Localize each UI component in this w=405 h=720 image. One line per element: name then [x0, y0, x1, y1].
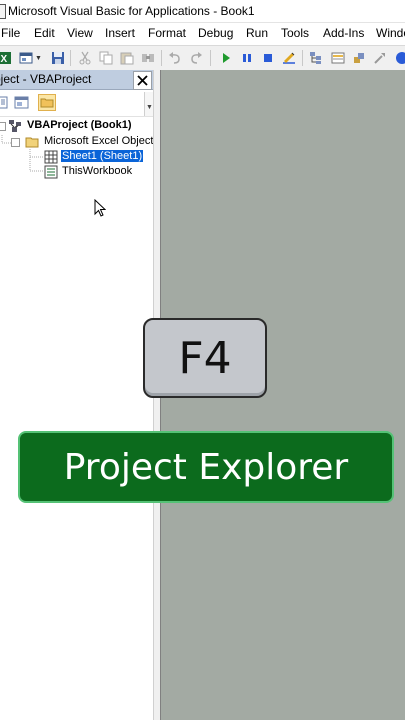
worksheet-icon: [44, 150, 58, 164]
folder-open-icon: [25, 137, 39, 148]
keyboard-shortcut-badge: F4: [143, 318, 267, 398]
project-panel-toolbar: [0, 90, 153, 117]
mouse-pointer-icon: [94, 199, 106, 217]
menu-insert[interactable]: Insert: [105, 26, 135, 40]
menu-view[interactable]: View: [67, 26, 93, 40]
insert-userform-icon[interactable]: [19, 51, 33, 65]
toolbar-separator: [210, 50, 211, 66]
tree-connector: [29, 149, 44, 172]
help-icon[interactable]: [395, 51, 405, 65]
standard-toolbar: X ▼: [0, 45, 405, 71]
menu-edit[interactable]: Edit: [34, 26, 55, 40]
menu-window[interactable]: Window: [376, 26, 405, 40]
caption-banner: Project Explorer: [18, 431, 394, 503]
reset-icon[interactable]: [261, 51, 275, 65]
tree-item-sheet1[interactable]: Sheet1 (Sheet1): [61, 150, 144, 162]
project-tree: VBAProject (Book1) Microsoft Excel Objec…: [0, 117, 159, 720]
toolbar-separator: [70, 50, 71, 66]
save-icon[interactable]: [51, 51, 65, 65]
dropdown-arrow-icon[interactable]: ▼: [35, 55, 42, 62]
toolbar-separator: [302, 50, 303, 66]
project-explorer-icon[interactable]: [309, 51, 323, 65]
view-object-icon[interactable]: [13, 94, 31, 111]
copy-icon[interactable]: [99, 51, 113, 65]
vba-app-icon: [0, 4, 6, 19]
undo-icon[interactable]: [168, 51, 182, 65]
menu-add-ins[interactable]: Add-Ins: [323, 26, 364, 40]
shortcut-key-label: F4: [178, 332, 232, 384]
toolbox-icon[interactable]: [373, 51, 387, 65]
project-panel-title: Project - VBAProject: [0, 72, 92, 86]
design-mode-icon[interactable]: [282, 51, 296, 65]
menu-run[interactable]: Run: [246, 26, 268, 40]
object-browser-icon[interactable]: [352, 51, 366, 65]
menu-tools[interactable]: Tools: [281, 26, 309, 40]
menu-bar: File Edit View Insert Format Debug Run T…: [0, 23, 405, 44]
view-code-icon[interactable]: [0, 94, 10, 111]
cut-icon[interactable]: [78, 51, 92, 65]
vba-project-icon: [9, 120, 21, 132]
break-icon[interactable]: [240, 51, 254, 65]
collapse-icon[interactable]: [11, 138, 20, 147]
collapse-icon[interactable]: [0, 122, 6, 131]
menu-file[interactable]: File: [1, 26, 20, 40]
workbook-icon: [44, 165, 58, 179]
toolbar-separator: [161, 50, 162, 66]
menu-debug[interactable]: Debug: [198, 26, 233, 40]
tree-root-label[interactable]: VBAProject (Book1): [27, 119, 132, 131]
redo-icon[interactable]: [189, 51, 203, 65]
excel-icon[interactable]: X: [0, 51, 12, 65]
tree-folder-label[interactable]: Microsoft Excel Objects: [44, 135, 159, 147]
window-title: Microsoft Visual Basic for Applications …: [8, 4, 255, 18]
find-icon[interactable]: [141, 51, 155, 65]
scroll-down-icon[interactable]: ▼: [146, 104, 153, 111]
paste-icon[interactable]: [120, 51, 134, 65]
run-icon[interactable]: [219, 51, 233, 65]
svg-text:X: X: [1, 54, 8, 65]
close-icon[interactable]: [133, 71, 152, 90]
caption-text: Project Explorer: [63, 446, 349, 488]
toggle-folders-icon[interactable]: [38, 94, 56, 111]
title-bar: Microsoft Visual Basic for Applications …: [0, 0, 405, 23]
tree-item-thisworkbook[interactable]: ThisWorkbook: [62, 165, 132, 177]
menu-format[interactable]: Format: [148, 26, 186, 40]
project-panel-header: Project - VBAProject: [0, 70, 153, 90]
properties-icon[interactable]: [331, 51, 345, 65]
